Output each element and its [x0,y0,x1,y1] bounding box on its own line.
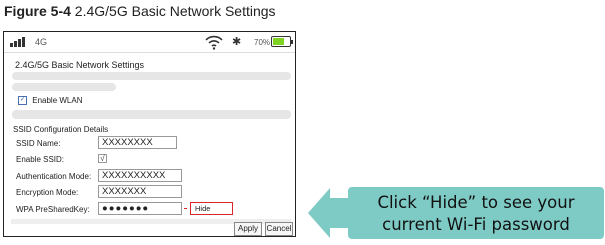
hide-password-button[interactable]: Hide [190,202,233,215]
enable-wlan-option[interactable]: ✓ Enable WLAN [18,96,83,106]
enable-ssid-label: Enable SSID: [16,155,65,164]
battery-icon [271,36,293,47]
callout-arrow-icon [308,188,350,238]
enable-wlan-checkbox[interactable]: ✓ [18,96,27,106]
callout-line-1: Click “Hide” to see your [377,193,574,212]
status-bar: 4G ✱ 70% [4,32,295,53]
page-title: 2.4G/5G Basic Network Settings [15,60,145,70]
figure-caption: Figure 5-4 2.4G/5G Basic Network Setting… [4,3,276,19]
callout-line-2: current Wi-Fi password [382,215,570,234]
device-screen: 4G ✱ 70% 2.4G/5G Basic Network Settings … [3,31,296,237]
bluetooth-icon: ✱ [232,36,242,48]
placeholder-bar [12,110,291,119]
apply-button[interactable]: Apply [234,222,262,236]
hint-callout: Click “Hide” to see your current Wi-Fi p… [308,187,604,239]
wpa-key-input[interactable]: ●●●●●●● [98,202,182,215]
placeholder-bar [12,83,116,91]
hide-marker [184,208,187,209]
battery-percent: 70% [254,38,271,47]
enable-wlan-label: Enable WLAN [32,96,83,105]
figure-title: 2.4G/5G Basic Network Settings [74,3,276,19]
network-type: 4G [35,37,48,47]
authentication-mode-select[interactable]: XXXXXXXXXX [98,169,182,182]
wifi-icon [205,35,223,50]
encryption-mode-label: Encryption Mode: [16,188,79,197]
authentication-mode-label: Authentication Mode: [16,172,92,181]
figure-number: Figure 5-4 [4,3,71,19]
ssid-name-input[interactable]: XXXXXXXX [98,136,177,149]
enable-ssid-checkbox[interactable]: √ [98,154,107,163]
cancel-button[interactable]: Cancel [265,222,293,236]
battery-level-fill [273,38,284,45]
ssid-name-label: SSID Name: [16,139,61,148]
placeholder-bar [12,72,291,80]
ssid-section-title: SSID Configuration Details [13,125,109,134]
wpa-key-label: WPA PreSharedKey: [16,205,90,214]
encryption-mode-select[interactable]: XXXXXXX [98,185,182,198]
